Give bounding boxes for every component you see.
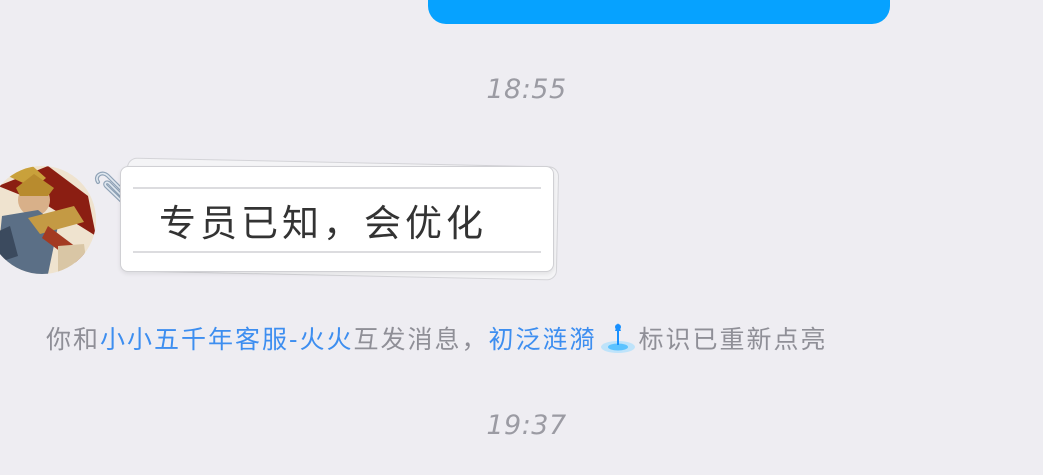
system-notice: 你和 小小五千年客服-火火 互发消息， 初泛涟漪 标识已重新点亮: [46, 320, 828, 356]
message-timestamp: 18:55: [486, 74, 567, 105]
badge-name-link[interactable]: 初泛涟漪: [488, 320, 596, 356]
message-text: 专员已知，会优化: [159, 202, 487, 245]
notice-suffix: 标识已重新点亮: [638, 325, 828, 354]
note-sheet: 专员已知，会优化: [120, 166, 554, 272]
game-character-avatar-image: [0, 166, 96, 274]
notice-middle: 互发消息，: [353, 325, 489, 354]
message-bubble[interactable]: 专员已知，会优化: [118, 157, 560, 281]
contact-name-link[interactable]: 小小五千年客服-火火: [100, 320, 353, 356]
notice-prefix: 你和: [46, 325, 101, 354]
previous-message-bubble[interactable]: [428, 0, 890, 24]
ripple-water-icon[interactable]: [599, 321, 637, 355]
avatar[interactable]: [0, 166, 96, 274]
message-timestamp: 19:37: [486, 410, 567, 441]
